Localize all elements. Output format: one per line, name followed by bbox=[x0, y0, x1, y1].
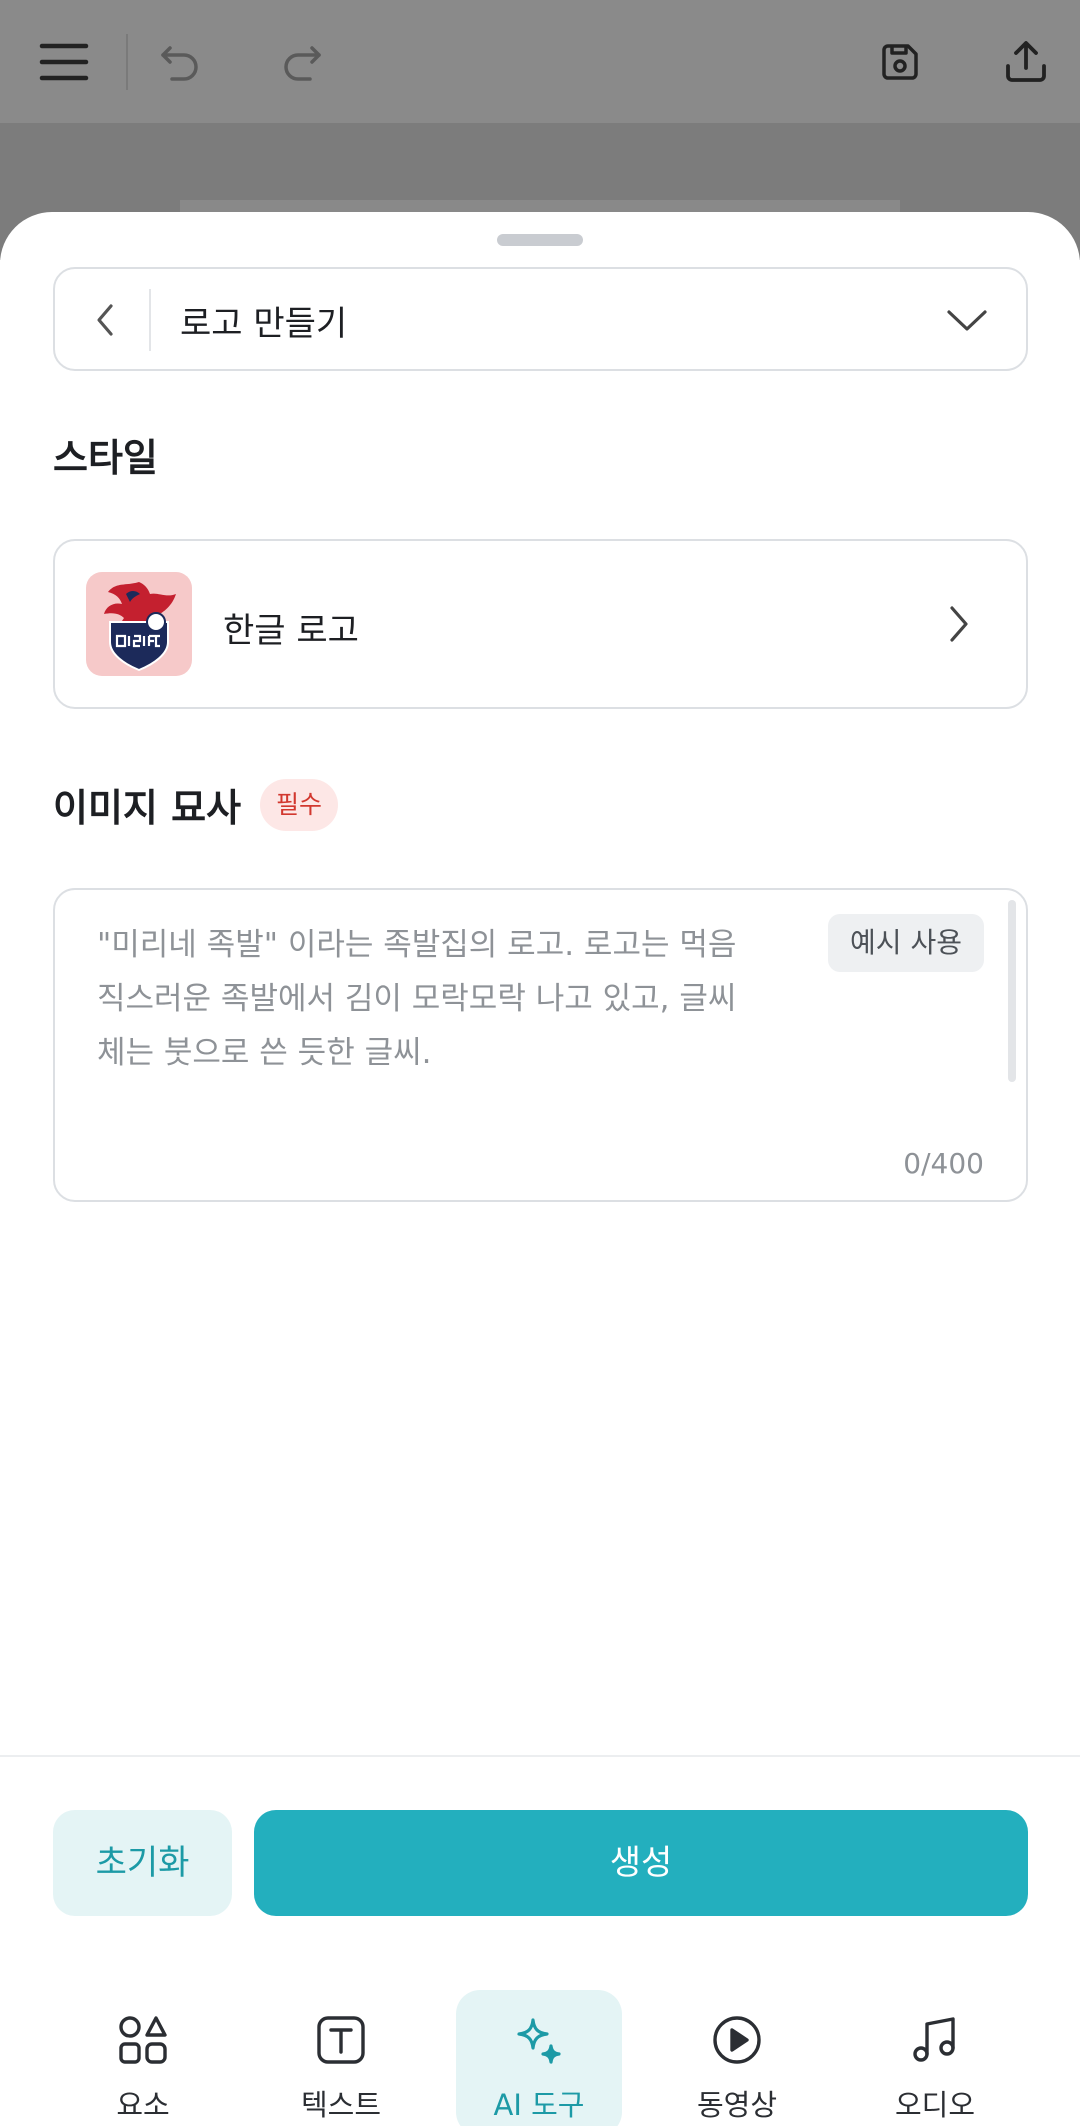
selector-divider bbox=[149, 289, 151, 351]
textarea-scrollbar[interactable] bbox=[1008, 900, 1016, 1082]
use-example-button[interactable]: 예시 사용 bbox=[828, 914, 984, 972]
tab-label: AI 도구 bbox=[493, 2088, 585, 2122]
music-note-icon bbox=[903, 2008, 967, 2072]
tab-label: 텍스트 bbox=[300, 2088, 382, 2122]
description-placeholder[interactable]: "미리네 족발" 이라는 족발집의 로고. 로고는 먹음직스러운 족발에서 김이… bbox=[97, 918, 747, 1080]
share-upload-icon[interactable] bbox=[994, 30, 1058, 94]
selected-style-label: 한글 로고 bbox=[223, 611, 359, 651]
required-badge: 필수 bbox=[260, 779, 339, 831]
back-chevron-icon[interactable] bbox=[75, 289, 137, 351]
description-section-title: 이미지 묘사 bbox=[53, 786, 242, 830]
save-icon[interactable] bbox=[868, 30, 932, 94]
eagle-crest-logo-icon bbox=[104, 582, 176, 672]
tab-audio[interactable]: 오디오 bbox=[852, 1990, 1018, 2126]
reset-button[interactable]: 초기화 bbox=[53, 1810, 232, 1916]
style-picker[interactable]: 한글 로고 bbox=[53, 539, 1028, 709]
char-counter: 0/400 bbox=[903, 1147, 984, 1180]
tab-video[interactable]: 동영상 bbox=[654, 1990, 820, 2126]
tab-text[interactable]: 텍스트 bbox=[258, 1990, 424, 2126]
toolbar-divider bbox=[126, 34, 128, 90]
tool-title: 로고 만들기 bbox=[180, 304, 348, 344]
undo-icon[interactable] bbox=[148, 30, 212, 94]
tab-elements[interactable]: 요소 bbox=[60, 1990, 226, 2126]
ai-sparkle-icon bbox=[507, 2008, 571, 2072]
style-thumbnail bbox=[86, 572, 192, 676]
chevron-right-icon bbox=[928, 594, 988, 654]
tab-label: 오디오 bbox=[894, 2088, 976, 2122]
tool-selector[interactable]: 로고 만들기 bbox=[53, 267, 1028, 371]
footer-divider bbox=[0, 1755, 1080, 1757]
sheet-drag-handle[interactable] bbox=[497, 234, 583, 246]
tab-label: 요소 bbox=[116, 2088, 170, 2122]
text-icon bbox=[309, 2008, 373, 2072]
style-section-title: 스타일 bbox=[53, 436, 158, 480]
elements-icon bbox=[111, 2008, 175, 2072]
bottom-sheet: 로고 만들기 스타일 한글 로고 이미지 묘사 필수 "미리네 족발" 이라는 … bbox=[0, 212, 1080, 2126]
video-play-icon bbox=[705, 2008, 769, 2072]
description-textarea[interactable]: "미리네 족발" 이라는 족발집의 로고. 로고는 먹음직스러운 족발에서 김이… bbox=[53, 888, 1028, 1202]
menu-icon[interactable] bbox=[32, 30, 96, 94]
bottom-tab-bar: 요소 텍스트 AI 도구 동영상 오디오 bbox=[0, 1977, 1080, 2126]
tab-ai-tools[interactable]: AI 도구 bbox=[456, 1990, 622, 2126]
chevron-down-icon[interactable] bbox=[936, 289, 998, 351]
generate-button[interactable]: 생성 bbox=[254, 1810, 1028, 1916]
tab-label: 동영상 bbox=[696, 2088, 778, 2122]
redo-icon[interactable] bbox=[270, 30, 334, 94]
editor-toolbar bbox=[0, 0, 1080, 123]
